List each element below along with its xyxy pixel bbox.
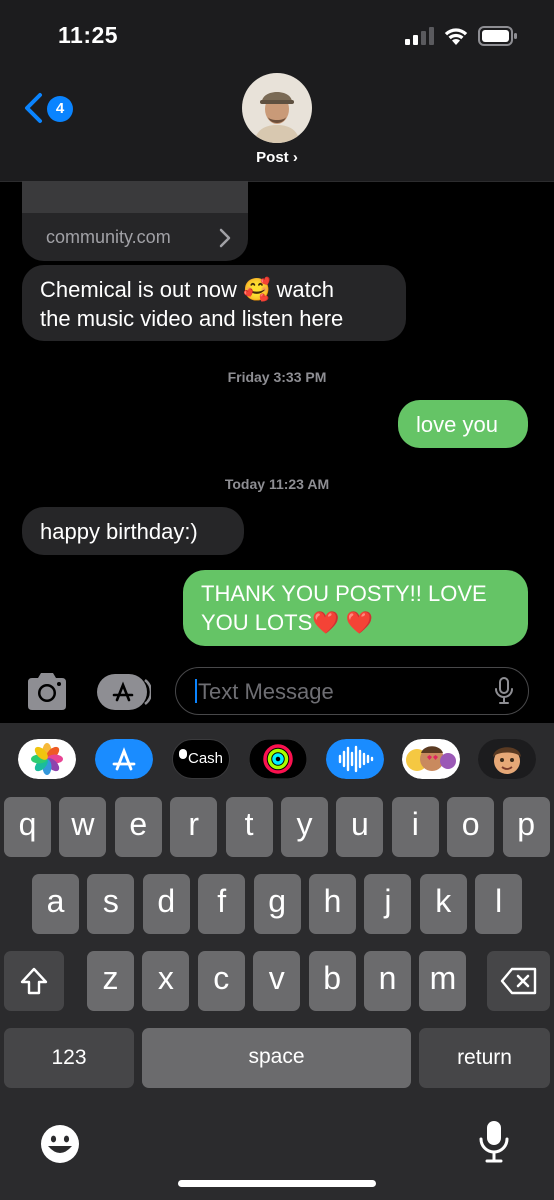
key-z[interactable]: z — [87, 951, 134, 1011]
key-i[interactable]: i — [391, 797, 439, 857]
numbers-key[interactable]: 123 — [4, 1028, 134, 1088]
delete-key[interactable] — [487, 951, 550, 1011]
apple-cash-app-icon[interactable]: Cash — [172, 739, 230, 779]
camera-icon[interactable] — [24, 670, 70, 712]
photos-app-icon[interactable] — [18, 739, 76, 779]
key-m[interactable]: m — [419, 951, 467, 1011]
message-text: Chemical is out now 🥰 watch — [40, 277, 334, 302]
outgoing-message-bubble[interactable]: love you — [398, 400, 528, 448]
key-j[interactable]: j — [364, 874, 412, 934]
wifi-icon — [444, 28, 468, 45]
link-preview-image — [22, 181, 248, 213]
conversation-header: 4 Post › — [0, 70, 554, 182]
contact-avatar[interactable] — [242, 73, 312, 143]
key-h[interactable]: h — [309, 874, 356, 934]
contact-name[interactable]: Post › — [0, 149, 554, 166]
key-d[interactable]: d — [142, 874, 190, 934]
key-g[interactable]: g — [253, 874, 301, 934]
cash-label: Cash — [188, 750, 224, 767]
key-v[interactable]: v — [253, 951, 301, 1011]
status-bar: 11:25 — [0, 0, 554, 70]
dictation-mic-icon[interactable] — [478, 1119, 510, 1165]
key-t[interactable]: t — [225, 797, 273, 857]
key-w[interactable]: w — [59, 797, 107, 857]
home-indicator — [178, 1180, 376, 1187]
key-e[interactable]: e — [114, 797, 162, 857]
timestamp: Friday 3:33 PM — [227, 369, 327, 385]
memoji-stickers-app-icon[interactable] — [402, 739, 460, 779]
space-key[interactable]: space — [142, 1028, 411, 1088]
key-u[interactable]: u — [336, 797, 384, 857]
message-text: the music video and listen here — [40, 306, 344, 331]
outgoing-message-bubble[interactable]: THANK YOU POSTY!! LOVE YOU LOTS❤️ ❤️ — [183, 570, 528, 646]
cellular-signal-icon — [405, 27, 434, 45]
key-k[interactable]: k — [419, 874, 467, 934]
key-a[interactable]: a — [32, 874, 79, 934]
key-s[interactable]: s — [87, 874, 135, 934]
shift-arrow-icon — [20, 967, 48, 995]
return-key[interactable]: return — [419, 1028, 550, 1088]
shift-key[interactable] — [4, 951, 64, 1011]
incoming-message-bubble[interactable]: Chemical is out now 🥰 watch the music vi… — [22, 265, 406, 341]
message-text: THANK YOU POSTY!! LOVE — [201, 581, 487, 606]
clock: 11:25 — [58, 22, 119, 48]
chevron-right-icon — [219, 228, 231, 248]
key-y[interactable]: y — [281, 797, 328, 857]
message-text: happy birthday:) — [40, 519, 198, 544]
incoming-message-bubble[interactable]: happy birthday:) — [22, 507, 244, 555]
message-input-placeholder: Text Message — [198, 679, 334, 704]
key-c[interactable]: c — [197, 951, 245, 1011]
key-o[interactable]: o — [447, 797, 495, 857]
key-f[interactable]: f — [198, 874, 246, 934]
audio-message-app-icon[interactable] — [326, 739, 384, 779]
apple-logo-icon — [179, 749, 187, 759]
key-b[interactable]: b — [308, 951, 356, 1011]
timestamp: Today 11:23 AM — [224, 476, 330, 492]
keyboard-area: Cash qwertyuiop asdfghjkl z x c v b n m … — [0, 723, 554, 1200]
key-p[interactable]: p — [502, 797, 550, 857]
memoji-app-icon[interactable] — [478, 739, 536, 779]
link-domain: community.com — [46, 227, 171, 247]
text-cursor — [195, 679, 197, 703]
dictation-mic-icon[interactable] — [494, 677, 514, 705]
backspace-icon — [500, 967, 537, 995]
message-text: love you — [416, 412, 498, 437]
key-q[interactable]: q — [4, 797, 51, 857]
key-l[interactable]: l — [475, 874, 523, 934]
app-store-app-icon[interactable] — [95, 739, 153, 779]
activity-app-icon[interactable] — [249, 739, 307, 779]
message-text: YOU LOTS❤️ ❤️ — [201, 610, 374, 635]
key-n[interactable]: n — [364, 951, 411, 1011]
key-x[interactable]: x — [142, 951, 190, 1011]
emoji-keyboard-icon[interactable] — [38, 1122, 82, 1166]
app-store-drawer-icon[interactable] — [97, 674, 151, 710]
unread-count-badge[interactable]: 4 — [47, 96, 73, 122]
message-input[interactable]: Text Message — [175, 667, 529, 715]
back-chevron-icon[interactable] — [22, 92, 44, 124]
battery-icon — [478, 26, 517, 46]
link-preview-card[interactable]: community.com — [22, 181, 248, 261]
key-r[interactable]: r — [170, 797, 218, 857]
